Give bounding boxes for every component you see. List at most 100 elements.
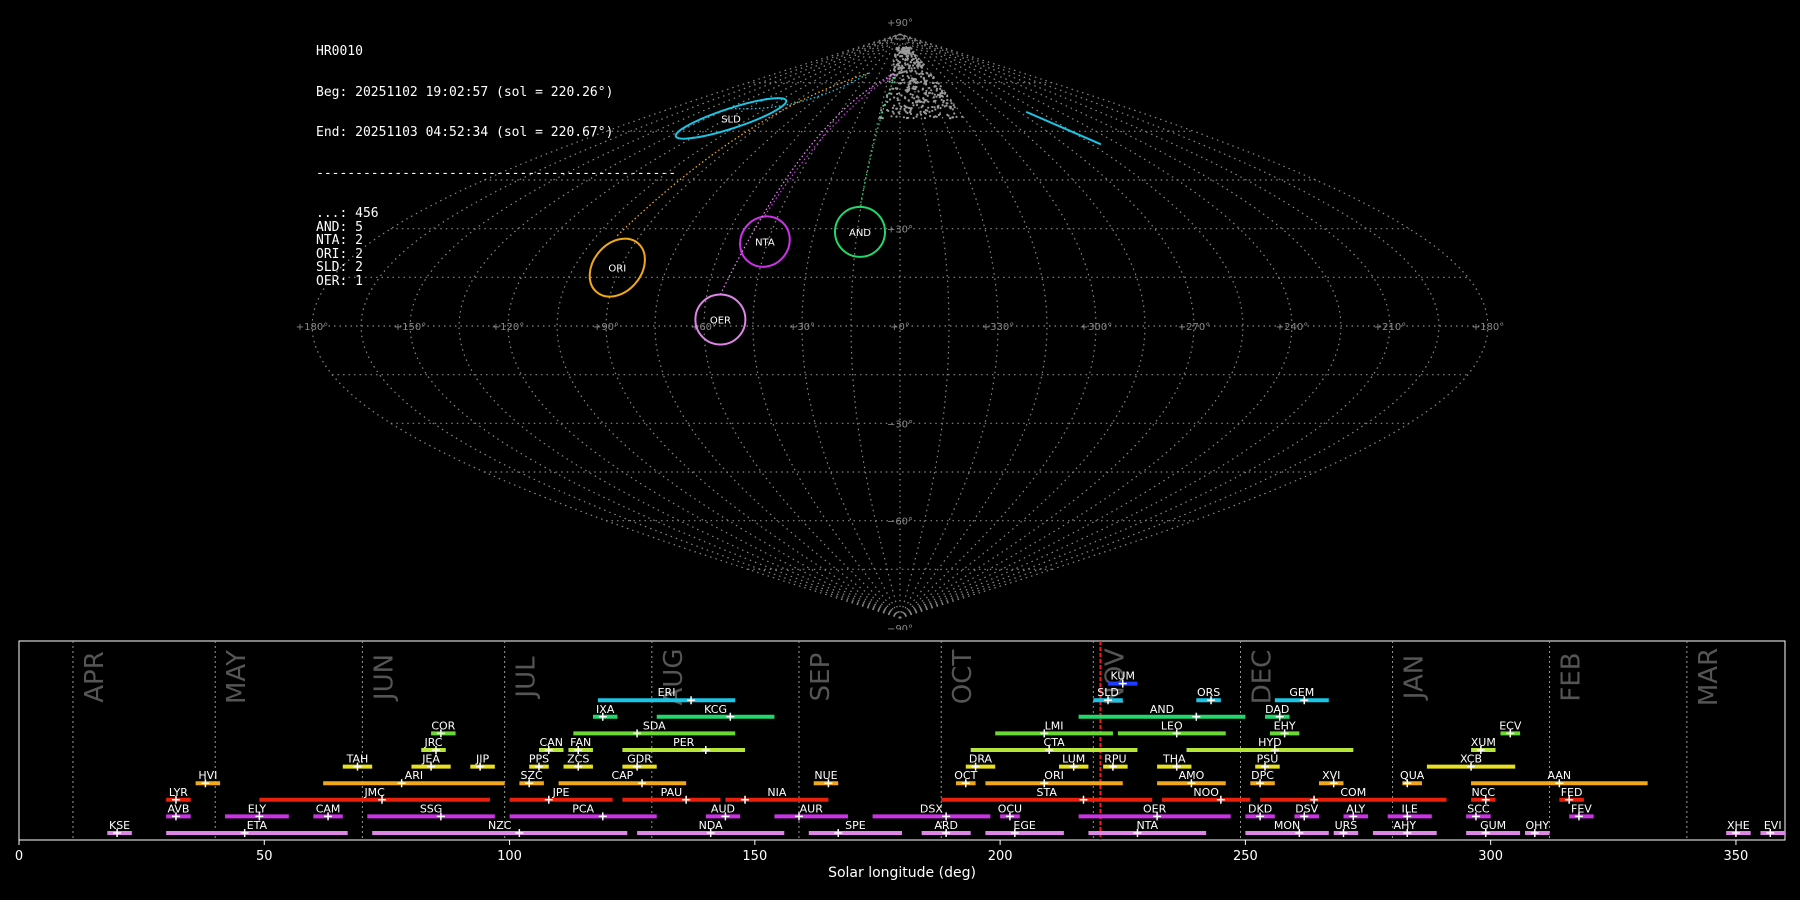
shower-label: EHY bbox=[1274, 719, 1296, 732]
meteor-dot bbox=[912, 104, 915, 107]
meteor-dot bbox=[922, 101, 925, 104]
meteor-dot bbox=[906, 111, 909, 115]
shower-bar-dra: DRA bbox=[965, 753, 996, 771]
meteor-dot bbox=[901, 74, 904, 77]
radiant-nta: NTA bbox=[739, 72, 897, 268]
shower-label: QUA bbox=[1400, 769, 1425, 782]
shower-bar-scc: SCC bbox=[1466, 802, 1491, 821]
shower-bar-kum: KUM bbox=[1108, 670, 1138, 688]
shower-label: GDR bbox=[627, 753, 652, 766]
meteor-dot bbox=[895, 115, 898, 118]
shower-label: LUM bbox=[1062, 753, 1085, 766]
radiant-label: ORI bbox=[608, 264, 626, 275]
shower-label: ETA bbox=[247, 819, 268, 832]
shower-bar-gdr: GDR bbox=[622, 753, 657, 771]
shower-label: AHY bbox=[1394, 819, 1417, 832]
meteor-dot bbox=[915, 61, 918, 64]
shower-label: CAP bbox=[611, 769, 633, 782]
meteor-dot bbox=[921, 104, 924, 107]
meteor-dot bbox=[939, 85, 942, 88]
shower-label: AUD bbox=[711, 802, 735, 815]
meteor-dot bbox=[921, 88, 924, 91]
meteor-dot bbox=[895, 47, 898, 50]
shower-bar-rpu: RPU bbox=[1103, 753, 1128, 771]
shower-bar-szc: SZC bbox=[519, 769, 544, 788]
meteor-dot bbox=[891, 106, 895, 110]
shower-bar-jrc: JRC bbox=[421, 736, 446, 754]
month-label: APR bbox=[80, 651, 110, 703]
meteor-dot bbox=[949, 105, 953, 108]
meteor-dot bbox=[932, 116, 936, 119]
shower-label: NDA bbox=[699, 819, 724, 832]
shower-label: ARI bbox=[405, 769, 423, 782]
shower-label: SDA bbox=[643, 719, 666, 732]
shower-label: LEO bbox=[1161, 719, 1183, 732]
shower-label: JIP bbox=[475, 753, 489, 766]
shower-bar-aly: ALY bbox=[1343, 802, 1369, 821]
meteor-dot bbox=[898, 102, 901, 105]
shower-label: ILE bbox=[1402, 802, 1418, 815]
meteor-dot bbox=[907, 99, 910, 102]
shower-bar-avb: AVB bbox=[166, 802, 191, 821]
shower-label: ORS bbox=[1197, 686, 1220, 699]
meteor-dot bbox=[927, 74, 931, 77]
shower-label: KUM bbox=[1111, 670, 1135, 683]
shower-bar-aud: AUD bbox=[705, 802, 741, 821]
shower-label: TAH bbox=[346, 753, 369, 766]
shower-label: SCC bbox=[1467, 802, 1490, 815]
meteor-dot bbox=[898, 71, 901, 75]
latitude-label: −60° bbox=[887, 517, 913, 528]
meteor-dot bbox=[932, 81, 935, 85]
meteor-dot bbox=[913, 97, 916, 100]
meteor-dot bbox=[946, 95, 949, 98]
meteor-dot bbox=[935, 81, 938, 84]
month-label: JUN bbox=[369, 654, 399, 702]
shower-bar-pps: PPS bbox=[529, 753, 549, 771]
month-label: SEP bbox=[806, 653, 836, 702]
shower-label: NOO bbox=[1193, 786, 1219, 799]
shower-label: OER bbox=[1143, 802, 1167, 815]
shower-label: HVI bbox=[198, 769, 217, 782]
shower-label: GEM bbox=[1289, 686, 1314, 699]
meteor-dot bbox=[925, 89, 928, 92]
meteor-dot bbox=[910, 47, 913, 50]
shower-label: JPE bbox=[552, 786, 570, 799]
shower-label: JRC bbox=[424, 736, 443, 749]
shower-label: FAN bbox=[570, 736, 591, 749]
meteor-dot bbox=[924, 112, 928, 115]
meteor-dot bbox=[886, 108, 889, 112]
longitude-label: +240° bbox=[1276, 322, 1308, 333]
meteor-dot bbox=[952, 116, 955, 119]
shower-label: URS bbox=[1335, 819, 1358, 832]
shower-label: AAN bbox=[1548, 769, 1572, 782]
meteor-dot bbox=[916, 65, 919, 68]
meteor-dot bbox=[909, 82, 912, 85]
shower-label: CAN bbox=[540, 736, 563, 749]
meteor-dot bbox=[911, 64, 915, 67]
meteor-dot bbox=[897, 49, 900, 52]
longitude-label: +150° bbox=[394, 322, 426, 333]
shower-label: FED bbox=[1561, 786, 1583, 799]
shower-label: AUR bbox=[800, 802, 824, 815]
meteor-dot bbox=[923, 117, 927, 120]
shower-label: FEV bbox=[1571, 802, 1592, 815]
meteor-dot bbox=[939, 87, 942, 90]
meteor-dot bbox=[901, 54, 904, 58]
meteor-dot bbox=[903, 47, 906, 50]
meteor-dot bbox=[940, 89, 944, 92]
shower-bar-sld: SLD bbox=[1093, 686, 1123, 705]
month-label: DEC bbox=[1247, 650, 1277, 705]
meteor-dot bbox=[919, 110, 922, 113]
shower-label: JMC bbox=[363, 786, 385, 799]
meteor-dot bbox=[914, 56, 918, 60]
shower-bar-lyr: LYR bbox=[166, 786, 191, 804]
meteor-dot bbox=[915, 101, 918, 104]
longitude-label: +120° bbox=[492, 322, 524, 333]
shower-bar-zcs: ZCS bbox=[563, 753, 593, 771]
shower-label: NTA bbox=[1136, 819, 1158, 832]
meteor-dot bbox=[909, 93, 912, 96]
meteor-dot bbox=[900, 71, 903, 74]
radiant-sld: SLD bbox=[674, 72, 870, 140]
meteor-streak bbox=[1025, 110, 1102, 146]
meteor-dot bbox=[915, 103, 919, 107]
